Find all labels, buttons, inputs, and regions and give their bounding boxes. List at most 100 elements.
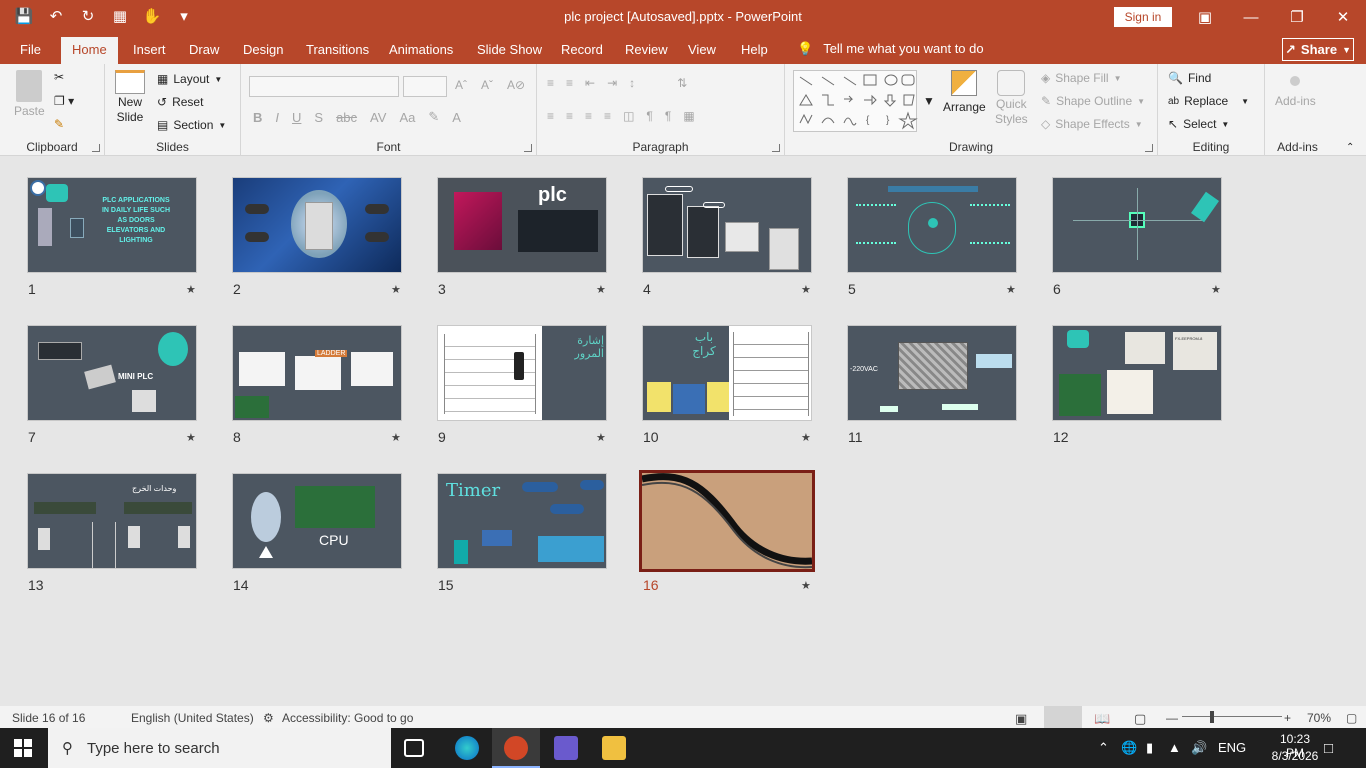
align-center-icon[interactable]: ≡ xyxy=(566,109,573,123)
slide-thumbnail-8[interactable]: LADDER xyxy=(232,325,402,421)
zoom-in-icon[interactable]: + xyxy=(1284,711,1291,725)
bullets-icon[interactable]: ≡ xyxy=(547,76,554,90)
tab-record[interactable]: Record xyxy=(561,42,603,57)
close-button[interactable]: ✕ xyxy=(1320,0,1366,34)
transition-star-icon[interactable]: ★ xyxy=(1211,283,1221,296)
arrange-button[interactable]: Arrange xyxy=(943,70,986,114)
input-language[interactable]: ENG xyxy=(1218,740,1246,755)
slide-thumbnail-7[interactable]: MINI PLC xyxy=(27,325,197,421)
volume-icon[interactable]: 🔊 xyxy=(1191,740,1207,756)
find-button[interactable]: 🔍 Find xyxy=(1168,71,1211,85)
tab-slide-show[interactable]: Slide Show xyxy=(477,42,542,57)
clear-format-icon[interactable]: A⊘ xyxy=(507,78,525,92)
slide-thumbnail-5[interactable] xyxy=(847,177,1017,273)
font-color-icon[interactable]: A xyxy=(452,110,461,125)
slide-thumbnail-9[interactable]: إشارة المرور xyxy=(437,325,607,421)
tab-help[interactable]: Help xyxy=(741,42,768,57)
slide-thumbnail-6[interactable] xyxy=(1052,177,1222,273)
new-slide-button[interactable]: New Slide xyxy=(115,70,145,124)
select-button[interactable]: ↖ Select ▼ xyxy=(1168,117,1229,131)
line-spacing-icon[interactable]: ↕ xyxy=(629,76,635,90)
reset-button[interactable]: ↺ Reset xyxy=(157,95,203,109)
align-right-icon[interactable]: ≡ xyxy=(585,109,592,123)
shape-effects-button[interactable]: ◇ Shape Effects ▼ xyxy=(1041,117,1143,131)
clipboard-launcher-icon[interactable] xyxy=(92,144,100,152)
transition-star-icon[interactable]: ★ xyxy=(801,579,811,592)
font-name-select[interactable] xyxy=(249,76,399,97)
sign-in-button[interactable]: Sign in xyxy=(1114,7,1172,27)
drawing-launcher-icon[interactable] xyxy=(1145,144,1153,152)
slide-thumbnail-16[interactable] xyxy=(639,470,815,572)
ribbon-display-options-icon[interactable]: ▣ xyxy=(1182,0,1228,34)
grow-font-icon[interactable]: Aˆ xyxy=(455,78,467,92)
start-button[interactable] xyxy=(14,739,32,757)
wifi-icon[interactable]: ▲ xyxy=(1168,740,1181,755)
taskbar-search[interactable]: ⚲ Type here to search xyxy=(48,728,391,768)
align-left-icon[interactable]: ≡ xyxy=(547,109,554,123)
maximize-button[interactable]: ❐ xyxy=(1274,0,1320,34)
section-button[interactable]: ▤ Section ▼ xyxy=(157,118,226,132)
app-icon[interactable] xyxy=(554,736,578,760)
transition-star-icon[interactable]: ★ xyxy=(596,431,606,444)
decrease-indent-icon[interactable]: ⇤ xyxy=(585,76,595,90)
layout-button[interactable]: ▦ Layout ▼ xyxy=(157,72,222,86)
font-launcher-icon[interactable] xyxy=(524,144,532,152)
battery-icon[interactable]: ▮ xyxy=(1146,740,1153,756)
zoom-slider[interactable] xyxy=(1182,716,1282,717)
language-indicator[interactable]: English (United States) xyxy=(131,711,254,725)
replace-button[interactable]: ab Replace ▼ xyxy=(1168,94,1249,108)
smartart-icon[interactable]: ▦ xyxy=(683,109,694,123)
zoom-level[interactable]: 70% xyxy=(1307,711,1331,725)
shape-fill-button[interactable]: ◈ Shape Fill ▼ xyxy=(1041,71,1122,85)
transition-star-icon[interactable]: ★ xyxy=(596,283,606,296)
reading-view-icon[interactable]: 📖 xyxy=(1094,711,1110,727)
italic-icon[interactable]: I xyxy=(275,110,279,125)
slide-thumbnail-2[interactable] xyxy=(232,177,402,273)
bold-icon[interactable]: B xyxy=(253,110,262,125)
normal-view-icon[interactable]: ▣ xyxy=(1015,711,1027,727)
increase-indent-icon[interactable]: ⇥ xyxy=(607,76,617,90)
show-hidden-icons[interactable]: ⌃ xyxy=(1098,740,1109,756)
shape-outline-button[interactable]: ✎ Shape Outline ▼ xyxy=(1041,94,1145,108)
shrink-font-icon[interactable]: Aˇ xyxy=(481,78,493,92)
tab-view[interactable]: View xyxy=(688,42,716,57)
slide-sorter-view-icon[interactable] xyxy=(1044,706,1082,728)
tab-draw[interactable]: Draw xyxy=(189,42,219,57)
paste-button[interactable]: Paste xyxy=(14,70,45,118)
slide-thumbnail-15[interactable]: Timer xyxy=(437,473,607,569)
shadow-icon[interactable]: S xyxy=(314,110,323,125)
tab-animations[interactable]: Animations xyxy=(389,42,453,57)
slide-thumbnail-10[interactable]: باب كراج xyxy=(642,325,812,421)
zoom-slider-thumb[interactable] xyxy=(1210,711,1214,723)
transition-star-icon[interactable]: ★ xyxy=(801,431,811,444)
powerpoint-taskbar-button[interactable] xyxy=(492,728,540,768)
slide-thumbnail-11[interactable]: -220VAC xyxy=(847,325,1017,421)
columns-icon[interactable]: ◫ xyxy=(623,109,634,123)
transition-star-icon[interactable]: ★ xyxy=(801,283,811,296)
transition-star-icon[interactable]: ★ xyxy=(391,431,401,444)
network-globe-icon[interactable]: 🌐 xyxy=(1121,740,1137,756)
quick-styles-button[interactable]: Quick Styles xyxy=(995,70,1028,126)
transition-star-icon[interactable]: ★ xyxy=(391,283,401,296)
cut-icon[interactable]: ✂ xyxy=(54,70,64,84)
slide-thumbnail-1[interactable]: PLC APPLICATIONS IN DAILY LIFE SUCH AS D… xyxy=(27,177,197,273)
clock-date[interactable]: 8/3/2026 xyxy=(1270,749,1320,763)
char-spacing-icon[interactable]: AV xyxy=(370,110,386,125)
file-explorer-icon[interactable] xyxy=(602,736,626,760)
slide-thumbnail-12[interactable]: FX-EEPROM-8 xyxy=(1052,325,1222,421)
tab-home[interactable]: Home xyxy=(61,37,118,64)
fit-to-window-icon[interactable]: ▢ xyxy=(1346,711,1357,725)
rtl-icon[interactable]: ¶ xyxy=(646,109,652,123)
tab-file[interactable]: File xyxy=(20,42,41,57)
numbering-icon[interactable]: ≡ xyxy=(566,76,573,90)
slide-thumbnail-13[interactable]: وحدات الخرج xyxy=(27,473,197,569)
transition-star-icon[interactable]: ★ xyxy=(186,431,196,444)
notifications-icon[interactable]: □ xyxy=(1324,740,1333,757)
zoom-out-icon[interactable]: — xyxy=(1166,711,1178,725)
slide-thumbnail-14[interactable]: CPU xyxy=(232,473,402,569)
tab-design[interactable]: Design xyxy=(243,42,283,57)
format-painter-icon[interactable]: ✎ xyxy=(54,117,64,131)
shapes-gallery[interactable]: {} xyxy=(793,70,918,132)
highlight-icon[interactable]: ✎ xyxy=(428,109,439,125)
underline-icon[interactable]: U xyxy=(292,110,301,125)
